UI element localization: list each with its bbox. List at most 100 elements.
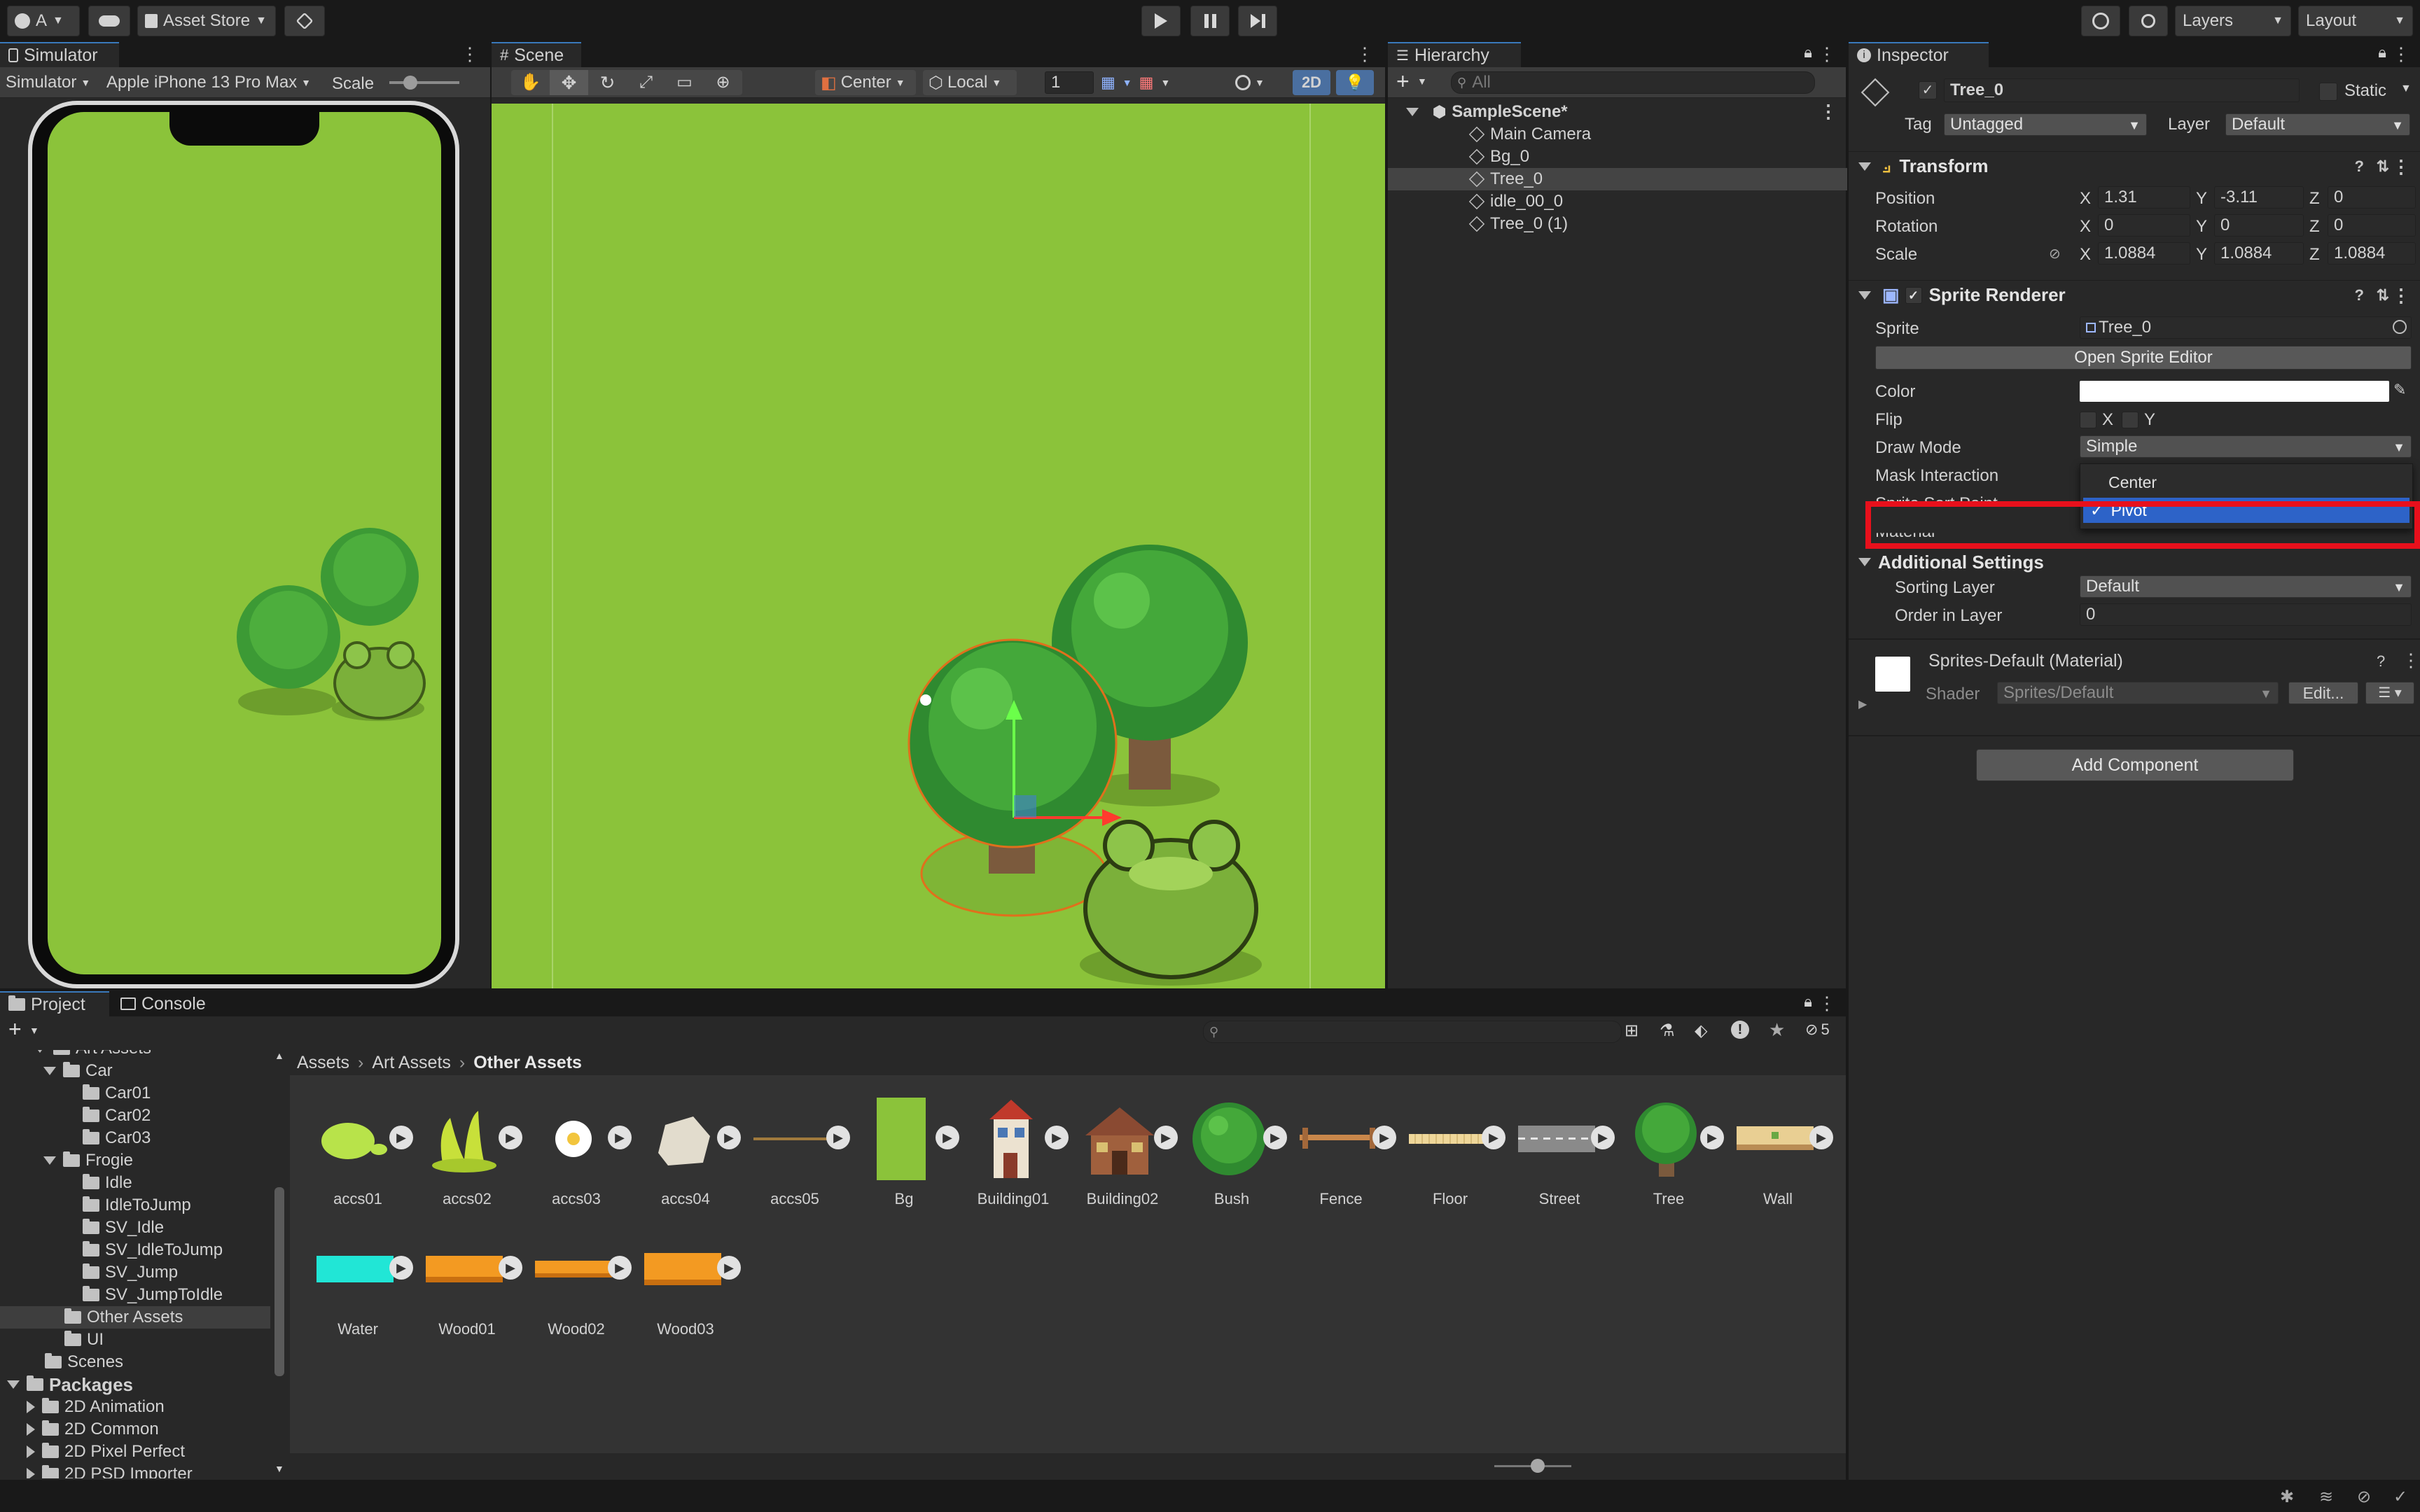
play-icon[interactable]: ▶	[1263, 1126, 1287, 1149]
play-icon[interactable]: ▶	[389, 1256, 413, 1280]
sorting-layer-dropdown[interactable]: Default ▼	[2080, 575, 2412, 598]
position-x-field[interactable]: 1.31	[2098, 186, 2190, 209]
lock-icon[interactable]: 🔒︎	[1804, 993, 1812, 1011]
expand-arrow-icon[interactable]	[43, 1067, 56, 1075]
shader-edit-button[interactable]: Edit...	[2288, 682, 2358, 704]
scene-root-item[interactable]: ⬢ SampleScene* ⋮	[1388, 101, 1847, 123]
static-checkbox[interactable]	[2319, 83, 2337, 101]
hierarchy-search-input[interactable]: ⚲ All	[1451, 71, 1815, 94]
asset-item[interactable]: ▶ accs05	[742, 1092, 850, 1211]
flip-y-checkbox[interactable]	[2122, 412, 2139, 428]
object-picker-icon[interactable]	[2393, 320, 2407, 334]
lock-icon[interactable]: 🔒︎	[2378, 43, 2386, 62]
expand-arrow-icon[interactable]	[7, 1380, 20, 1389]
tab-inspector[interactable]: i Inspector	[1849, 42, 1989, 67]
asset-item[interactable]: ▶ Water	[305, 1222, 413, 1341]
filter-icon[interactable]: ⚗	[1660, 1021, 1675, 1041]
play-icon[interactable]: ▶	[1482, 1126, 1505, 1149]
scale-slider-handle[interactable]	[403, 76, 417, 90]
play-icon[interactable]: ▶	[499, 1126, 522, 1149]
chevron-down-icon[interactable]: ▼	[1122, 77, 1132, 88]
more-options-icon[interactable]: ⋮	[1819, 101, 1837, 122]
history-button[interactable]	[2081, 6, 2120, 36]
chevron-down-icon[interactable]: ▼	[29, 1025, 39, 1036]
order-in-layer-field[interactable]: 0	[2080, 603, 2412, 626]
warning-filter-icon[interactable]: !	[1731, 1021, 1749, 1039]
asset-item[interactable]: ▶ Wood03	[633, 1222, 741, 1341]
lock-icon[interactable]: 🔒︎	[1804, 43, 1812, 62]
tree-item[interactable]: SV_JumpToIdle	[83, 1284, 223, 1306]
asset-store-dropdown[interactable]: Asset Store ▼	[137, 6, 276, 36]
project-search-input[interactable]: ⚲	[1203, 1021, 1622, 1043]
tree-item[interactable]: Idle	[83, 1172, 132, 1194]
tree-item[interactable]: Car02	[83, 1105, 151, 1127]
simulator-mode-dropdown[interactable]: Simulator ▼	[6, 71, 90, 94]
scroll-up-icon[interactable]: ▲	[274, 1050, 284, 1061]
tab-project[interactable]: Project	[0, 991, 109, 1016]
play-icon[interactable]: ▶	[826, 1126, 850, 1149]
tree-scrollbar[interactable]: ▲ ▼	[272, 1050, 288, 1478]
asset-item[interactable]: ▶ accs02	[415, 1092, 522, 1211]
asset-item[interactable]: ▶ accs03	[524, 1092, 632, 1211]
play-icon[interactable]: ▶	[389, 1126, 413, 1149]
play-icon[interactable]: ▶	[717, 1126, 741, 1149]
play-icon[interactable]: ▶	[499, 1256, 522, 1280]
tree-item[interactable]: Art Assets	[34, 1050, 151, 1060]
popup-option-center[interactable]: Center	[2083, 470, 2409, 495]
search-button[interactable]	[2129, 6, 2168, 36]
tree-item[interactable]: SV_Jump	[83, 1261, 178, 1284]
pivot-mode-dropdown[interactable]: ◧ Center ▼	[815, 70, 916, 95]
layer-dropdown[interactable]: Default ▼	[2225, 113, 2410, 136]
active-checkbox[interactable]: ✓	[1919, 81, 1937, 99]
draw-mode-dropdown[interactable]: Simple ▼	[2080, 435, 2412, 458]
layout-dropdown[interactable]: Layout ▼	[2298, 6, 2413, 36]
object-name-field[interactable]: Tree_0	[1944, 78, 2300, 102]
tree-item[interactable]: Car	[43, 1060, 113, 1082]
collapse-arrow-icon[interactable]	[1858, 290, 1871, 300]
grid-snap-icon[interactable]: ▦	[1101, 74, 1115, 92]
tab-simulator[interactable]: Simulator	[0, 42, 119, 67]
asset-item[interactable]: ▶ accs01	[305, 1092, 413, 1211]
hierarchy-item[interactable]: idle_00_0	[1388, 190, 1847, 213]
help-icon[interactable]: ?	[2355, 158, 2364, 176]
expand-arrow-icon[interactable]	[43, 1156, 56, 1165]
expand-arrow-icon[interactable]	[1406, 108, 1419, 116]
zoom-slider-handle[interactable]	[1531, 1459, 1545, 1473]
play-icon[interactable]: ▶	[717, 1256, 741, 1280]
position-z-field[interactable]: 0	[2328, 186, 2416, 209]
move-tool-icon[interactable]: ✥	[550, 70, 588, 95]
rotation-z-field[interactable]: 0	[2328, 214, 2416, 237]
cache-icon[interactable]: ⊘	[2357, 1487, 2371, 1507]
asset-item[interactable]: ▶ Bg	[851, 1092, 959, 1211]
scale-z-field[interactable]: 1.0884	[2328, 242, 2416, 265]
cloud-button[interactable]	[88, 6, 130, 36]
tree-item[interactable]: Car01	[83, 1082, 151, 1105]
breadcrumb-item[interactable]: Other Assets	[473, 1053, 582, 1073]
color-swatch[interactable]	[2080, 381, 2389, 402]
tree-item[interactable]: 2D PSD Importer	[27, 1463, 193, 1478]
gizmos-dropdown[interactable]: ▼	[1235, 70, 1280, 95]
more-options-icon[interactable]: ⋮	[1818, 43, 1836, 65]
expand-arrow-icon[interactable]: ▶	[1858, 697, 1867, 711]
check-icon[interactable]: ✓	[2393, 1487, 2407, 1507]
tree-item-selected[interactable]: Other Assets	[0, 1306, 270, 1329]
tree-item[interactable]: UI	[64, 1329, 104, 1351]
tree-item[interactable]: 2D Common	[27, 1418, 159, 1441]
progress-icon[interactable]: ≋	[2319, 1487, 2333, 1507]
add-icon[interactable]: +	[8, 1016, 22, 1042]
account-dropdown[interactable]: A ▼	[7, 6, 80, 36]
more-options-icon[interactable]: ⋮	[461, 43, 479, 65]
sprite-object-field[interactable]: Tree_0	[2080, 316, 2412, 339]
package-button[interactable]	[284, 6, 325, 36]
rotate-tool-icon[interactable]: ↻	[588, 70, 627, 95]
tree-item[interactable]: SV_IdleToJump	[83, 1239, 223, 1261]
more-options-icon[interactable]: ⋮	[2392, 43, 2410, 65]
asset-item[interactable]: ▶ Wood01	[415, 1222, 522, 1341]
hierarchy-item-selected[interactable]: Tree_0	[1388, 168, 1847, 190]
play-icon[interactable]: ▶	[608, 1126, 632, 1149]
play-icon[interactable]: ▶	[1591, 1126, 1615, 1149]
scale-tool-icon[interactable]: ⤢	[627, 70, 665, 95]
chevron-down-icon[interactable]: ▼	[1160, 77, 1170, 88]
additional-settings-header[interactable]: Additional Settings	[1849, 547, 2420, 577]
rotation-y-field[interactable]: 0	[2214, 214, 2304, 237]
